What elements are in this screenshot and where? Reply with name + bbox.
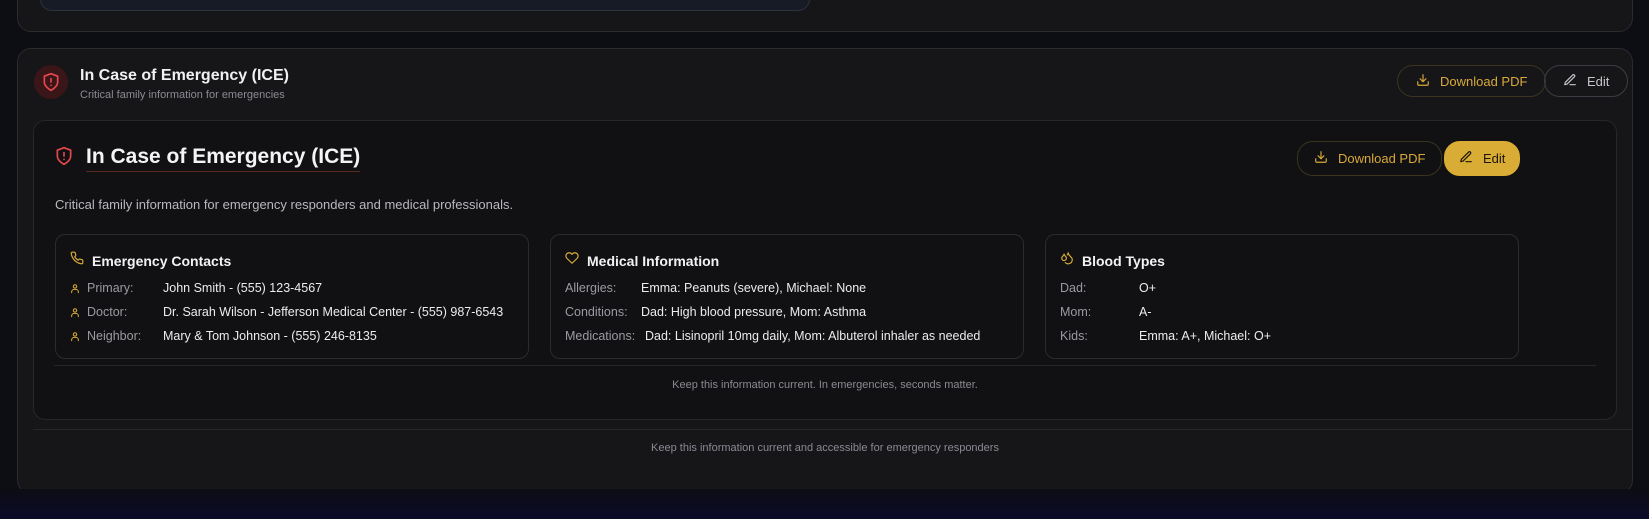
card-title-row: In Case of Emergency (ICE) <box>54 145 361 172</box>
shield-alert-icon <box>34 65 68 99</box>
list-item: Dad: O+ <box>1060 281 1156 295</box>
list-item: Mom: A- <box>1060 305 1152 319</box>
blood-types-header: Blood Types <box>1060 251 1165 270</box>
previous-section-card <box>17 0 1633 32</box>
droplets-icon <box>1060 251 1074 270</box>
contact-value: Mary & Tom Johnson - (555) 246-8135 <box>163 329 377 343</box>
emergency-contacts-title: Emergency Contacts <box>92 252 232 269</box>
medical-label: Conditions: <box>565 305 628 319</box>
list-item: Medications: Dad: Lisinopril 10mg daily,… <box>565 329 980 343</box>
medical-information-header: Medical Information <box>565 251 719 270</box>
user-icon <box>70 283 87 294</box>
contact-label: Doctor: <box>87 305 128 319</box>
list-item: Primary: John Smith - (555) 123-4567 <box>70 281 322 295</box>
blood-label: Mom: <box>1060 305 1092 319</box>
contact-value: Dr. Sarah Wilson - Jefferson Medical Cen… <box>163 305 504 319</box>
pencil-icon <box>1459 150 1473 167</box>
medical-information-title: Medical Information <box>587 252 720 269</box>
heart-icon <box>565 251 579 270</box>
medical-information-panel: Medical Information Allergies: Emma: Pea… <box>550 234 1024 359</box>
edit-label: Edit <box>1587 73 1610 89</box>
medical-value: Dad: Lisinopril 10mg daily, Mom: Albuter… <box>645 329 981 343</box>
medical-value: Emma: Peanuts (severe), Michael: None <box>641 281 867 295</box>
blood-label: Kids: <box>1060 329 1088 343</box>
card-footer-note: Keep this information current. In emerge… <box>672 379 978 391</box>
section-title: In Case of Emergency (ICE) <box>80 67 289 84</box>
header-download-pdf-button[interactable]: Download PDF <box>1397 65 1547 97</box>
download-icon <box>1416 73 1430 90</box>
list-item: Neighbor: Mary & Tom Johnson - (555) 246… <box>70 329 377 343</box>
contact-value: John Smith - (555) 123-4567 <box>163 281 323 295</box>
medical-label: Allergies: <box>565 281 617 295</box>
card-divider <box>54 365 1596 366</box>
ice-section-card: In Case of Emergency (ICE) Critical fami… <box>17 48 1633 494</box>
card-title: In Case of Emergency (ICE) <box>86 145 361 172</box>
card-download-pdf-button[interactable]: Download PDF <box>1297 141 1443 176</box>
download-pdf-label: Download PDF <box>1338 151 1426 166</box>
ice-info-card: In Case of Emergency (ICE) Download PDF … <box>33 120 1617 420</box>
blood-value: A- <box>1139 305 1152 319</box>
blood-label: Dad: <box>1060 281 1087 295</box>
edit-label: Edit <box>1483 151 1506 166</box>
contact-label: Primary: <box>87 281 134 295</box>
blood-value: Emma: A+, Michael: O+ <box>1139 329 1271 343</box>
section-footer-note: Keep this information current and access… <box>651 442 999 454</box>
medical-value: Dad: High blood pressure, Mom: Asthma <box>641 305 867 319</box>
card-edit-button[interactable]: Edit <box>1444 141 1521 176</box>
download-pdf-label: Download PDF <box>1440 73 1528 89</box>
blood-value: O+ <box>1139 281 1157 295</box>
list-item: Doctor: Dr. Sarah Wilson - Jefferson Med… <box>70 305 503 319</box>
user-icon <box>70 307 87 318</box>
shield-alert-icon <box>54 146 74 171</box>
section-divider <box>33 429 1632 430</box>
header-edit-button[interactable]: Edit <box>1544 65 1629 97</box>
medical-label: Medications: <box>565 329 636 343</box>
blood-types-panel: Blood Types Dad: O+ Mom: A- Kids: Emma: … <box>1045 234 1519 359</box>
contact-label: Neighbor: <box>87 329 142 343</box>
previous-section-inner-panel <box>40 0 810 11</box>
emergency-contacts-panel: Emergency Contacts Primary: John Smith -… <box>55 234 529 359</box>
card-description: Critical family information for emergenc… <box>55 197 514 212</box>
user-icon <box>70 331 87 342</box>
list-item: Kids: Emma: A+, Michael: O+ <box>1060 329 1271 343</box>
phone-icon <box>70 251 84 270</box>
pencil-icon <box>1563 73 1577 90</box>
page-bottom-gradient <box>0 489 1649 519</box>
blood-types-title: Blood Types <box>1082 252 1165 269</box>
list-item: Conditions: Dad: High blood pressure, Mo… <box>565 305 866 319</box>
download-icon <box>1314 150 1328 167</box>
section-subtitle: Critical family information for emergenc… <box>80 89 285 101</box>
emergency-contacts-header: Emergency Contacts <box>70 251 231 270</box>
list-item: Allergies: Emma: Peanuts (severe), Micha… <box>565 281 866 295</box>
